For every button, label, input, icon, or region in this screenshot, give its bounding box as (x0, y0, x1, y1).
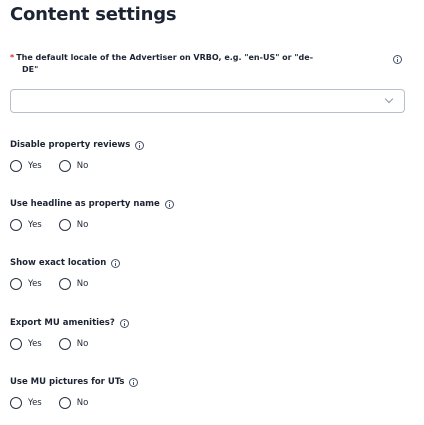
chevron-down-icon (384, 94, 394, 104)
question-label: Use MU pictures for UTs (10, 377, 125, 387)
question-export-mu-amenities: Export MU amenities? Yes No (10, 317, 129, 350)
question-disable-property-reviews: Disable property reviews Yes No (10, 139, 145, 172)
question-label: Use headline as property name (10, 199, 160, 209)
radio-no[interactable]: No (58, 338, 89, 350)
question-show-exact-location: Show exact location Yes No (10, 257, 121, 290)
info-icon[interactable] (129, 377, 139, 387)
content-settings-page: Content settings * The default locale of … (0, 0, 424, 425)
locale-label-line2: DE" (22, 65, 39, 74)
info-icon[interactable] (164, 199, 174, 209)
locale-label-line1: The default locale of the Advertiser on … (16, 53, 314, 62)
radio-yes[interactable]: Yes (10, 397, 42, 409)
radio-circle[interactable] (10, 338, 22, 350)
radio-label: No (76, 220, 89, 230)
question-label: Export MU amenities? (10, 318, 115, 328)
radio-no[interactable]: No (58, 278, 89, 290)
radio-circle[interactable] (58, 160, 71, 172)
radio-no[interactable]: No (58, 160, 89, 172)
radio-circle[interactable] (10, 219, 22, 231)
radio-no[interactable]: No (58, 219, 89, 231)
radio-label: No (76, 339, 89, 349)
info-icon[interactable] (111, 258, 121, 268)
radio-circle[interactable] (58, 278, 71, 290)
radio-label: Yes (28, 161, 42, 171)
locale-select[interactable] (10, 89, 405, 113)
radio-label: No (76, 161, 89, 171)
page-title: Content settings (10, 4, 177, 25)
info-icon[interactable] (119, 318, 129, 328)
radio-no[interactable]: No (58, 397, 89, 409)
radio-circle[interactable] (10, 397, 22, 409)
radio-label: Yes (28, 220, 42, 230)
radio-circle[interactable] (10, 278, 22, 290)
radio-label: Yes (28, 398, 42, 408)
question-label: Disable property reviews (10, 140, 131, 150)
radio-yes[interactable]: Yes (10, 160, 42, 172)
question-label: Show exact location (10, 258, 107, 268)
radio-circle[interactable] (58, 397, 71, 409)
question-use-headline: Use headline as property name Yes No (10, 198, 174, 231)
info-icon[interactable] (393, 55, 402, 64)
radio-yes[interactable]: Yes (10, 219, 42, 231)
radio-circle[interactable] (10, 160, 22, 172)
radio-circle[interactable] (58, 338, 71, 350)
radio-yes[interactable]: Yes (10, 338, 42, 350)
locale-field-label: * The default locale of the Advertiser on… (10, 52, 382, 76)
radio-circle[interactable] (58, 219, 71, 231)
radio-label: No (76, 279, 89, 289)
info-icon[interactable] (135, 140, 145, 150)
radio-label: Yes (28, 279, 42, 289)
radio-yes[interactable]: Yes (10, 278, 42, 290)
radio-label: Yes (28, 339, 42, 349)
question-use-mu-pictures: Use MU pictures for UTs Yes No (10, 376, 139, 409)
required-mark: * (10, 53, 15, 62)
radio-label: No (76, 398, 89, 408)
